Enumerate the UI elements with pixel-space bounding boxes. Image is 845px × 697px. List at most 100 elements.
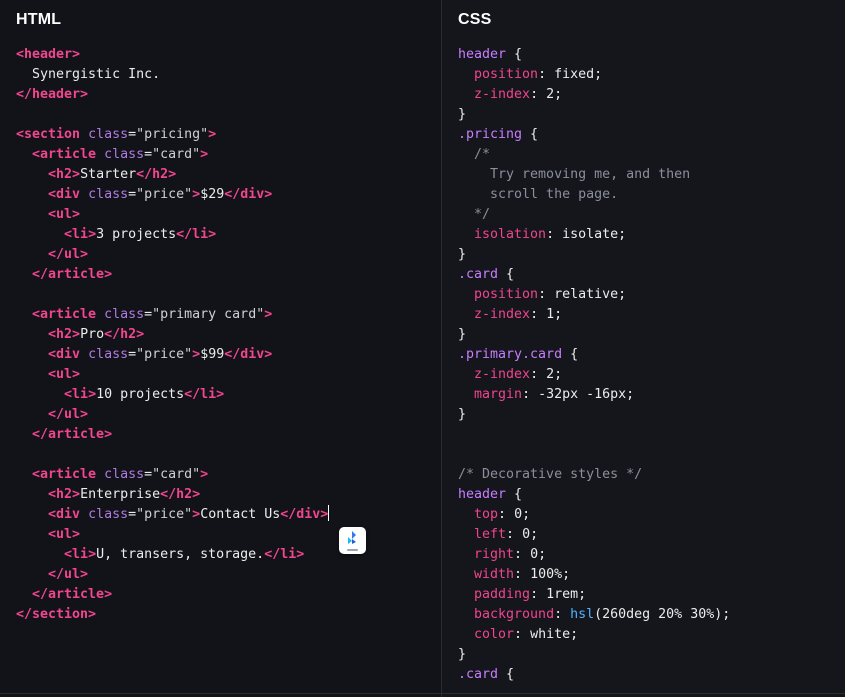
code-token-tag: </section> [16,607,97,622]
code-line[interactable]: <h2>Enterprise</h2> [16,485,441,505]
code-line[interactable] [458,445,845,465]
html-code-editor[interactable]: <header> Synergistic Inc. </header> <secti… [16,45,441,625]
code-token-tag: > [192,187,201,202]
code-token-prop: padding [474,587,531,602]
code-token-tag: <article [32,307,97,322]
code-token-txt: = [128,127,137,142]
code-line[interactable]: background: hsl(260deg 20% 30%); [458,605,845,625]
code-line[interactable]: color: white; [458,625,845,645]
code-token-tag: <section [16,127,81,142]
code-line[interactable]: } [458,405,845,425]
code-line[interactable]: <ul> [16,205,441,225]
code-line[interactable] [16,445,441,465]
code-line[interactable]: <li>U, transers, storage.</li> [16,545,441,565]
code-line[interactable]: z-index: 2; [458,365,845,385]
code-line[interactable]: </header> [16,85,441,105]
code-line[interactable] [458,425,845,445]
code-line[interactable]: right: 0; [458,545,845,565]
code-line[interactable]: left: 0; [458,525,845,545]
code-token-attr: class [104,307,145,322]
css-code-editor[interactable]: header { position: fixed; z-index: 2;} .p… [458,45,845,685]
code-line[interactable]: <div class="price">$99</div> [16,345,441,365]
code-line[interactable]: <div class="price">Contact Us</div> [16,505,441,525]
code-line[interactable]: </article> [16,585,441,605]
code-token-val: relative [554,287,619,302]
code-line[interactable]: </ul> [16,405,441,425]
code-token-pun: ; [722,607,731,622]
code-line[interactable]: } [458,105,845,125]
code-token-pun [458,547,474,562]
code-line[interactable]: Synergistic Inc. [16,65,441,85]
code-line[interactable]: isolation: isolate; [458,225,845,245]
code-line[interactable]: scroll the page. [458,185,845,205]
code-token-sel: .card [458,267,499,282]
code-line[interactable]: width: 100%; [458,565,845,585]
code-line[interactable]: z-index: 1; [458,305,845,325]
code-token-sel: .card [458,667,499,682]
code-line[interactable]: padding: 1rem; [458,585,845,605]
app-logo-badge[interactable] [339,527,366,554]
code-token-pun [458,307,474,322]
code-line[interactable] [16,105,441,125]
code-token-pun: ; [618,287,627,302]
code-line[interactable]: <li>10 projects</li> [16,385,441,405]
code-line[interactable]: /* [458,145,845,165]
code-line[interactable]: </ul> [16,565,441,585]
code-token-pun: ; [594,67,603,82]
code-token-pun: ; [618,227,627,242]
code-line[interactable]: z-index: 2; [458,85,845,105]
code-token-tag: <ul> [48,207,81,222]
code-token-tag: </ul> [48,407,89,422]
code-line[interactable]: position: fixed; [458,65,845,85]
code-token-tag: > [200,467,209,482]
code-token-sel: header [458,487,507,502]
code-line[interactable]: } [458,325,845,345]
code-line[interactable]: header { [458,485,845,505]
code-line[interactable]: } [458,245,845,265]
code-line[interactable]: </article> [16,265,441,285]
code-token-tag: </article> [32,587,113,602]
code-line[interactable]: .primary.card { [458,345,845,365]
code-line[interactable]: .card { [458,265,845,285]
code-token-txt: = [144,307,153,322]
code-line[interactable]: <ul> [16,525,441,545]
code-token-txt: Contact Us [200,507,281,522]
code-line[interactable]: margin: -32px -16px; [458,385,845,405]
code-line[interactable]: top: 0; [458,505,845,525]
code-line[interactable]: header { [458,45,845,65]
code-line[interactable]: <li>3 projects</li> [16,225,441,245]
code-token-str: "card" [152,147,201,162]
code-line[interactable]: position: relative; [458,285,845,305]
code-token-tag: > [264,307,273,322]
code-token-prop: position [474,67,539,82]
code-line[interactable]: Try removing me, and then [458,165,845,185]
code-token-pun: : [522,387,539,402]
code-line[interactable]: </section> [16,605,441,625]
code-token-pun [458,507,474,522]
code-line[interactable]: </article> [16,425,441,445]
code-line[interactable]: <section class="pricing"> [16,125,441,145]
code-line[interactable]: <article class="card"> [16,465,441,485]
code-token-pun: : [514,627,531,642]
code-line[interactable]: .pricing { [458,125,845,145]
code-line[interactable]: /* Decorative styles */ [458,465,845,485]
code-line[interactable]: } [458,645,845,665]
css-editor-pane[interactable]: CSS header { position: fixed; z-index: 2… [442,0,845,697]
code-line[interactable]: <ul> [16,365,441,385]
code-line[interactable]: <header> [16,45,441,65]
code-line[interactable]: <h2>Pro</h2> [16,325,441,345]
code-line[interactable]: <article class="card"> [16,145,441,165]
code-line[interactable] [16,285,441,305]
code-line[interactable]: <h2>Starter</h2> [16,165,441,185]
html-editor-pane[interactable]: HTML <header> Synergistic Inc. </header> <… [0,0,441,697]
code-line[interactable]: <article class="primary card"> [16,305,441,325]
code-line[interactable]: <div class="price">$29</div> [16,185,441,205]
code-line[interactable]: .card { [458,665,845,685]
code-token-pun: ; [562,567,571,582]
code-line[interactable]: </ul> [16,245,441,265]
code-line[interactable]: */ [458,205,845,225]
code-token-pun: : [546,227,563,242]
